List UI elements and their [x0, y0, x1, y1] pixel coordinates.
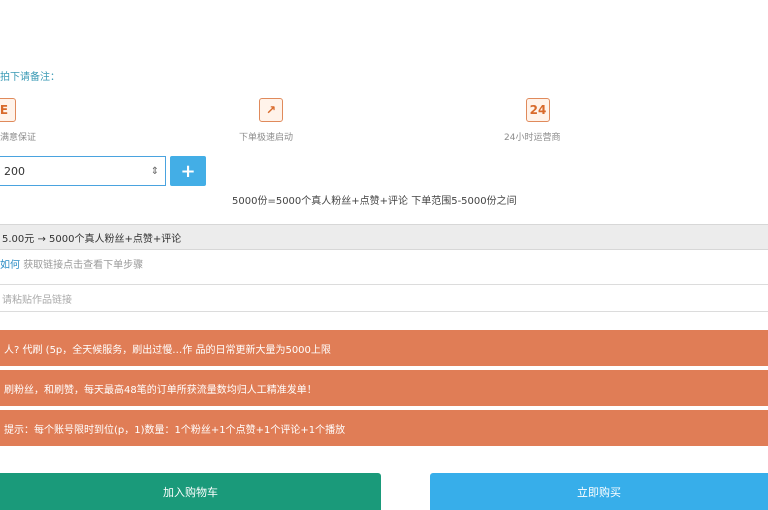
- feature-label-24h: 24小时运营商: [504, 133, 561, 143]
- quantity-description: 5000份=5000个真人粉丝+点赞+评论 下单范围5-5000份之间: [232, 196, 517, 207]
- feature-label-fast-start: 下单极速启动: [239, 133, 294, 143]
- stepper-arrows-icon[interactable]: ⇕: [145, 166, 165, 177]
- increase-quantity-button[interactable]: +: [170, 156, 206, 186]
- notice-list: 人? 代刷 (5p，全天候服务，刷出过慢…作 品的日常更新大量为5000上限 刷…: [0, 330, 768, 450]
- feature-satisfaction: E: [0, 98, 16, 122]
- satisfaction-icon: E: [0, 98, 16, 122]
- notice-item: 人? 代刷 (5p，全天候服务，刷出过慢…作 品的日常更新大量为5000上限: [0, 330, 768, 366]
- how-to-link[interactable]: 如何: [0, 260, 20, 271]
- trend-up-icon: ↗: [259, 98, 283, 122]
- quantity-value: 200: [4, 164, 25, 178]
- notice-item: 刷粉丝，和刷赞，每天最高48笔的订单所获流量数均归人工精准发单！: [0, 370, 768, 406]
- feature-label-satisfaction: 满意保证: [0, 133, 37, 143]
- work-link-placeholder: 请粘贴作品链接: [2, 294, 72, 306]
- quantity-input[interactable]: 200 ⇕: [0, 156, 166, 186]
- clock-24-icon: 24: [526, 98, 550, 122]
- work-link-input[interactable]: 请粘贴作品链接: [0, 284, 768, 312]
- feature-24h: 24: [526, 98, 550, 122]
- feature-fast-start: ↗: [259, 98, 283, 122]
- order-note-hint: 拍下请备注：: [0, 72, 60, 83]
- spec-option-label: 5.00元 → 5000个真人粉丝+点赞+评论: [2, 233, 182, 245]
- link-hint: 如何 获取链接点击查看下单步骤: [0, 256, 143, 271]
- link-hint-text: 获取链接点击查看下单步骤: [23, 260, 144, 271]
- buy-now-button[interactable]: 立即购买: [430, 473, 768, 510]
- add-to-cart-button[interactable]: 加入购物车: [0, 473, 381, 510]
- spec-option[interactable]: 5.00元 → 5000个真人粉丝+点赞+评论: [0, 224, 768, 250]
- notice-item: 提示：每个账号限时到位(p，1)数量：1个粉丝+1个点赞+1个评论+1个播放: [0, 410, 768, 446]
